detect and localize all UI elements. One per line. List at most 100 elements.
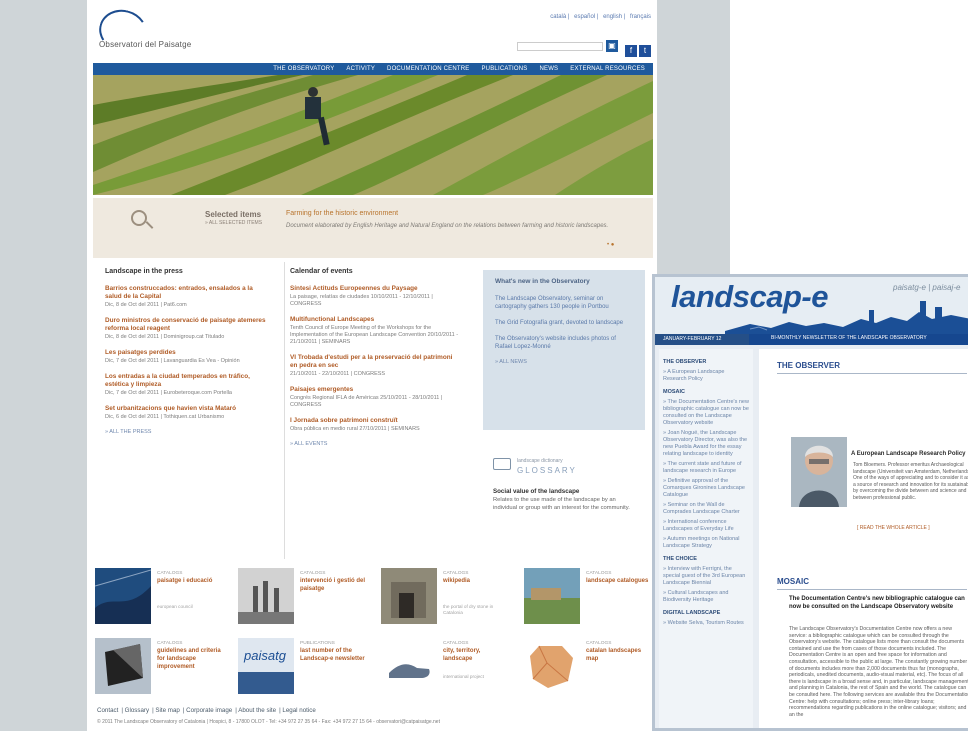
news-item[interactable]: The Grid Fotografía grant, devoted to la… (495, 319, 633, 327)
sidebar-link[interactable]: » Interview with Ferrigni, the special g… (663, 566, 749, 587)
tile-subtitle: european council (157, 604, 193, 609)
tile-wikipedia[interactable]: catalogs wikipedia the portal of dry sto… (379, 566, 513, 626)
press-item[interactable]: Duro ministros de conservació de paisatg… (105, 317, 267, 341)
footer-corporate-link[interactable]: Corporate image (186, 707, 232, 714)
tile-title[interactable]: landscape catalogues (586, 577, 654, 585)
news-item[interactable]: The Observatory's website includes photo… (495, 335, 633, 351)
all-news-link[interactable]: » ALL NEWS (495, 359, 633, 365)
nav-observatory[interactable]: THE OBSERVATORY (273, 63, 334, 75)
promo-tiles: catalogs paisatge i educació european co… (93, 566, 656, 698)
tile-title[interactable]: city, territory, landscape (443, 647, 511, 663)
tile-city-territory[interactable]: catalogs city, territory, landscape inte… (379, 636, 513, 696)
press-item[interactable]: Les paisatges perdides Dic, 7 de Oct del … (105, 349, 267, 365)
mosaic-article-text: The Landscape Observatory's Documentatio… (789, 626, 968, 718)
glossary-small-label: landscape dictionary (517, 458, 563, 464)
press-item[interactable]: Barrios construccados: entrados, ensalad… (105, 285, 267, 309)
read-whole-article-link[interactable]: [ READ THE WHOLE ARTICLE ] (857, 525, 930, 531)
search-input[interactable] (517, 42, 603, 51)
newsletter-date: JANUARY-FEBRUARY 12 (663, 336, 722, 342)
tile-subtitle: international project (443, 674, 484, 679)
tile-guidelines[interactable]: catalogs guidelines and criteria for lan… (93, 636, 227, 696)
selected-headline[interactable]: Farming for the historic environment (286, 210, 398, 217)
tile-education[interactable]: catalogs paisatge i educació european co… (93, 566, 227, 626)
tile-title[interactable]: intervenció i gestió del paisatge (300, 577, 368, 593)
footer-about-link[interactable]: About the site (238, 707, 276, 714)
glossary-box[interactable]: landscape dictionary GLOSSARY Social val… (483, 448, 645, 556)
all-selected-items-link[interactable]: » ALL SELECTED ITEMS (205, 220, 262, 226)
press-item[interactable]: Set urbanitzacions que havien vista Mata… (105, 405, 267, 421)
observer-article-title[interactable]: A European Landscape Research Policy (851, 451, 966, 457)
sidebar-heading: THE OBSERVER (663, 359, 707, 365)
tile-title[interactable]: last number of the Landscap-e newsletter (300, 647, 368, 663)
nav-publications[interactable]: PUBLICATIONS (481, 63, 527, 75)
sidebar-link[interactable]: » The current state and future of landsc… (663, 461, 749, 475)
tile-title[interactable]: paisatge i educació (157, 577, 225, 585)
language-switcher: català | español | english | français (550, 14, 651, 20)
sidebar-link[interactable]: » Definitive approval of the Comarques G… (663, 478, 749, 499)
event-title[interactable]: VI Trobada d'estudi per a la preservació… (290, 354, 460, 370)
language-francais[interactable]: français (630, 14, 651, 20)
event-title[interactable]: Multifunctional Landscapes (290, 316, 460, 324)
carousel-dots[interactable]: • ● (607, 242, 614, 248)
press-item[interactable]: Los entradas a la ciudad temperados en t… (105, 373, 267, 397)
press-item-title[interactable]: Los entradas a la ciudad temperados en t… (105, 373, 267, 389)
tile-category: catalogs (157, 641, 183, 646)
event-title[interactable]: Síntesi Actituds Europeennes du Paysage (290, 285, 460, 293)
nav-documentation-centre[interactable]: DOCUMENTATION CENTRE (387, 63, 469, 75)
sidebar-link[interactable]: » A European Landscape Research Policy (663, 369, 749, 383)
sidebar-heading: THE CHOICE (663, 556, 697, 562)
glossary-title[interactable]: GLOSSARY (517, 466, 577, 475)
footer-legal-link[interactable]: Legal notice (282, 707, 315, 714)
facebook-icon[interactable]: f (625, 45, 637, 57)
event-item[interactable]: VI Trobada d'estudi per a la preservació… (290, 354, 460, 378)
event-title[interactable]: Paisajes emergentes (290, 386, 460, 394)
sidebar-link[interactable]: » Joan Nogué, the Landscape Observatory … (663, 430, 749, 458)
event-item[interactable]: Síntesi Actituds Europeennes du Paysage L… (290, 285, 460, 308)
nav-news[interactable]: NEWS (539, 63, 558, 75)
press-item-title[interactable]: Barrios construccados: entrados, ensalad… (105, 285, 267, 301)
sidebar-link[interactable]: » Website Selva, Tourism Routes (663, 620, 749, 627)
event-item[interactable]: I Jornada sobre patrimoni construït Obra … (290, 417, 460, 433)
twitter-icon[interactable]: t (639, 45, 651, 57)
language-catala[interactable]: català (550, 14, 566, 20)
sidebar-link[interactable]: » The Documentation Centre's new bibliog… (663, 399, 749, 427)
observatory-logo-text[interactable]: Observatori del Paisatge (99, 40, 191, 49)
event-item[interactable]: Multifunctional Landscapes Tenth Council … (290, 316, 460, 346)
sidebar-link[interactable]: » Seminar on the Wall de Comprades Lands… (663, 502, 749, 516)
search-button[interactable]: ▣ (606, 40, 618, 52)
press-column: Landscape in the press Barrios construcc… (105, 262, 267, 559)
tile-catalogues[interactable]: catalogs landscape catalogues (522, 566, 656, 626)
tile-newsletter[interactable]: paisatg publications last number of the … (236, 636, 370, 696)
sidebar-link[interactable]: » Autumn meetings on National Landscape … (663, 536, 749, 550)
tile-management[interactable]: catalogs intervenció i gestió del paisat… (236, 566, 370, 626)
mosaic-article-title[interactable]: The Documentation Centre's new bibliogra… (789, 595, 968, 611)
management-thumbnail (238, 568, 294, 624)
press-item-title[interactable]: Set urbanitzacions que havien vista Mata… (105, 405, 267, 413)
stone-hut-thumbnail (381, 568, 437, 624)
tile-title[interactable]: guidelines and criteria for landscape im… (157, 647, 225, 671)
footer-contact-link[interactable]: Contact (97, 707, 118, 714)
tile-title[interactable]: wikipedia (443, 577, 511, 585)
nav-activity[interactable]: ACTIVITY (346, 63, 375, 75)
tile-map[interactable]: catalogs catalan landscapes map (522, 636, 656, 696)
website-screenshot-panel: Observatori del Paisatge català | españo… (7, 0, 730, 731)
language-espanol[interactable]: español (574, 14, 595, 20)
sidebar-link[interactable]: » International conference Landscapes of… (663, 519, 749, 533)
tile-category: catalogs (586, 571, 612, 576)
press-item-title[interactable]: Duro ministros de conservació de paisatg… (105, 317, 267, 333)
observatory-logo-icon (94, 4, 152, 58)
footer-glossary-link[interactable]: Glossary (125, 707, 149, 714)
press-item-title[interactable]: Les paisatges perdides (105, 349, 267, 357)
all-events-link[interactable]: » ALL EVENTS (290, 441, 460, 447)
news-item[interactable]: The Landscape Observatory, seminar on ca… (495, 295, 633, 311)
tile-title[interactable]: catalan landscapes map (586, 647, 654, 663)
nav-external-resources[interactable]: EXTERNAL RESOURCES (570, 63, 645, 75)
event-item[interactable]: Paisajes emergentes Congrés Regional IFLA… (290, 386, 460, 409)
calendar-heading: Calendar of events (290, 268, 353, 275)
footer-sitemap-link[interactable]: Site map (155, 707, 179, 714)
all-press-link[interactable]: » ALL THE PRESS (105, 429, 267, 435)
sidebar-link[interactable]: » Cultural Landscapes and Biodiversity H… (663, 590, 749, 604)
tile-subtitle: the portal of dry stone in Catalonia (443, 604, 494, 615)
language-english[interactable]: english (603, 14, 622, 20)
event-title[interactable]: I Jornada sobre patrimoni construït (290, 417, 460, 425)
